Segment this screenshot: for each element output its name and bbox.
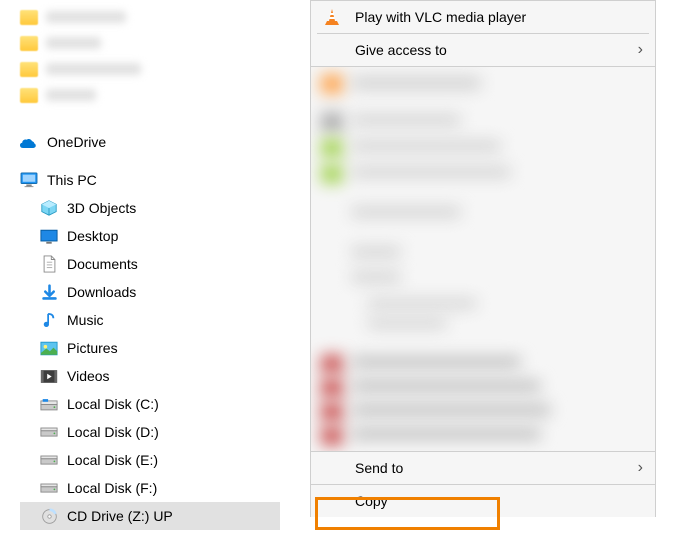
sidebar-item-local-disk-e[interactable]: Local Disk (E:) <box>20 446 280 474</box>
sidebar-item-blurred <box>20 6 280 28</box>
chevron-right-icon: › <box>638 459 643 477</box>
context-menu: Play with VLC media player Give access t… <box>310 0 656 517</box>
context-menu-item-give-access[interactable]: Give access to › <box>311 34 655 66</box>
context-menu-item-label: Copy <box>355 493 643 509</box>
sidebar-item-local-disk-c[interactable]: Local Disk (C:) <box>20 390 280 418</box>
downloads-icon <box>40 283 58 301</box>
vlc-icon <box>323 8 341 26</box>
onedrive-icon <box>20 133 38 151</box>
sidebar-item-label: Videos <box>67 368 110 384</box>
sidebar-item-label: This PC <box>47 172 97 188</box>
sidebar-item-label: Documents <box>67 256 138 272</box>
sidebar-item-label: Local Disk (E:) <box>67 452 158 468</box>
sidebar-item-music[interactable]: Music <box>20 306 280 334</box>
blank-icon <box>323 492 341 510</box>
explorer-nav-sidebar: OneDrive This PC 3D Objects Desktop <box>20 0 280 530</box>
3d-objects-icon <box>40 199 58 217</box>
sidebar-item-label: Local Disk (F:) <box>67 480 157 496</box>
sidebar-item-desktop[interactable]: Desktop <box>20 222 280 250</box>
documents-icon <box>40 255 58 273</box>
context-menu-blurred-items <box>311 66 655 451</box>
sidebar-item-local-disk-f[interactable]: Local Disk (F:) <box>20 474 280 502</box>
sidebar-item-3d-objects[interactable]: 3D Objects <box>20 194 280 222</box>
context-menu-item-vlc[interactable]: Play with VLC media player <box>311 1 655 33</box>
sidebar-item-blurred <box>20 84 280 106</box>
sidebar-item-label: 3D Objects <box>67 200 136 216</box>
context-menu-item-copy[interactable]: Copy <box>311 485 655 517</box>
sidebar-item-pictures[interactable]: Pictures <box>20 334 280 362</box>
sidebar-item-label: OneDrive <box>47 134 106 150</box>
sidebar-item-label: Music <box>67 312 104 328</box>
chevron-right-icon: › <box>638 41 643 59</box>
sidebar-item-cd-drive-z[interactable]: CD Drive (Z:) UP <box>20 502 280 530</box>
sidebar-item-label: Local Disk (C:) <box>67 396 159 412</box>
sidebar-item-label: Pictures <box>67 340 118 356</box>
context-menu-item-send-to[interactable]: Send to › <box>311 452 655 484</box>
sidebar-item-blurred <box>20 32 280 54</box>
context-menu-item-label: Play with VLC media player <box>355 9 643 25</box>
this-pc-icon <box>20 171 38 189</box>
sidebar-item-documents[interactable]: Documents <box>20 250 280 278</box>
music-icon <box>40 311 58 329</box>
sidebar-item-label: Downloads <box>67 284 136 300</box>
sidebar-item-onedrive[interactable]: OneDrive <box>20 128 280 156</box>
drive-icon <box>40 423 58 441</box>
blank-icon <box>323 459 341 477</box>
sidebar-item-label: Local Disk (D:) <box>67 424 159 440</box>
context-menu-item-label: Give access to <box>355 42 624 58</box>
cd-drive-icon <box>40 507 58 525</box>
pictures-icon <box>40 339 58 357</box>
drive-icon <box>40 395 58 413</box>
blank-icon <box>323 41 341 59</box>
drive-icon <box>40 451 58 469</box>
sidebar-item-label: CD Drive (Z:) UP <box>67 508 173 524</box>
sidebar-item-downloads[interactable]: Downloads <box>20 278 280 306</box>
sidebar-item-label: Desktop <box>67 228 118 244</box>
sidebar-item-local-disk-d[interactable]: Local Disk (D:) <box>20 418 280 446</box>
sidebar-item-blurred <box>20 58 280 80</box>
context-menu-item-label: Send to <box>355 460 624 476</box>
sidebar-item-videos[interactable]: Videos <box>20 362 280 390</box>
drive-icon <box>40 479 58 497</box>
videos-icon <box>40 367 58 385</box>
sidebar-item-thispc[interactable]: This PC <box>20 166 280 194</box>
desktop-icon <box>40 227 58 245</box>
